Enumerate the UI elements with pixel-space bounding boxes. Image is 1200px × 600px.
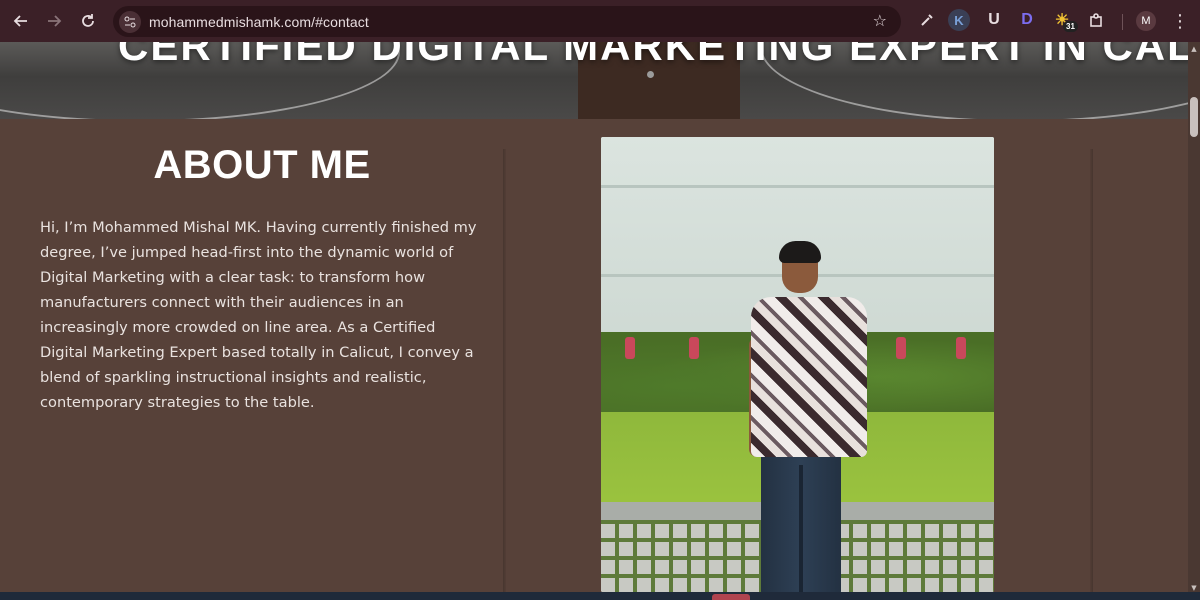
scroll-down-icon[interactable]: ▼ [1190,584,1198,592]
tune-icon[interactable] [119,10,141,33]
hero-section: CERTIFIED DIGITAL MARKETING EXPERT IN CA… [0,42,1188,119]
profile-avatar[interactable]: M [1136,11,1156,31]
address-bar[interactable]: mohammedmishamk.com/#contact ☆ [113,6,901,37]
about-title: ABOUT ME [153,143,371,187]
puzzle-icon[interactable] [1086,9,1108,31]
about-section: ABOUT ME Hi, I’m Mohammed Mishal MK. Hav… [0,119,1188,592]
about-text-column: ABOUT ME Hi, I’m Mohammed Mishal MK. Hav… [0,119,504,592]
calendar-badge: 31 [1063,21,1078,32]
flower [689,337,699,359]
browser-toolbar: mohammedmishamk.com/#contact ☆ K U D ☀ 31… [0,0,1200,42]
photo-person-shirt [751,297,867,457]
more-vert-icon[interactable]: ⋮ [1170,11,1190,32]
flower [625,337,635,359]
column-divider [503,149,506,592]
u-extension-icon[interactable]: U [983,9,1005,31]
flower [956,337,966,359]
taskbar-active-tab[interactable] [712,594,750,600]
column-divider [1090,149,1093,592]
toolbar-separator [1122,14,1123,30]
hero-headline: CERTIFIED DIGITAL MARKETING EXPERT IN CA… [118,42,1188,69]
star-icon[interactable]: ☆ [873,11,887,30]
d-extension-icon[interactable]: D [1016,9,1038,31]
taskbar-edge [0,592,1200,600]
k-extension-icon[interactable]: K [948,9,970,31]
wall-line [601,185,994,188]
photo-person-hair [779,241,821,263]
calendar-extension-icon[interactable]: ☀ 31 [1051,9,1078,32]
photo-person-jeans [761,435,841,592]
reload-icon[interactable] [71,4,105,38]
eyedropper-extension-icon[interactable] [916,9,938,31]
url-text[interactable]: mohammedmishamk.com/#contact [149,14,369,30]
hero-dot [647,71,654,78]
about-paragraph: Hi, I’m Mohammed Mishal MK. Having curre… [40,219,477,411]
scroll-up-icon[interactable]: ▲ [1190,45,1198,53]
back-arrow-icon[interactable] [4,4,38,38]
page-scrollbar[interactable]: ▲ ▼ [1188,42,1200,594]
scroll-thumb[interactable] [1190,97,1198,137]
profile-photo [601,137,994,592]
forward-arrow-icon[interactable] [37,4,71,38]
flower [896,337,906,359]
